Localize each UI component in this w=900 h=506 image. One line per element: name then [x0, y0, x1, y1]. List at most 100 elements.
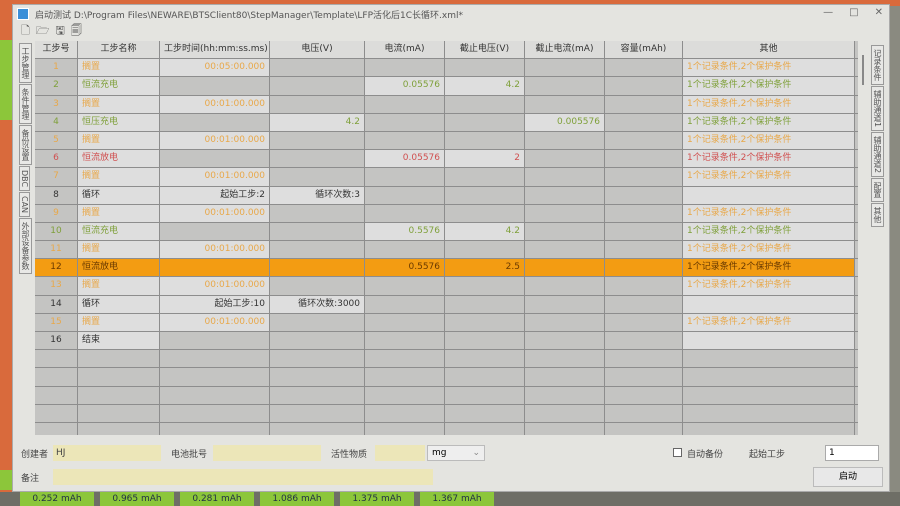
table-cell[interactable]: 00:01:00.000	[160, 241, 270, 259]
table-cell[interactable]: 1个记录条件,2个保护条件	[683, 150, 855, 168]
table-row[interactable]: 5 搁置 00:01:00.000 1个记录条件,2个保护条件	[35, 131, 858, 151]
table-cell[interactable]	[525, 332, 605, 350]
table-cell[interactable]	[445, 313, 525, 331]
table-cell[interactable]	[365, 95, 445, 113]
table-cell[interactable]: 13	[35, 277, 78, 295]
table-cell[interactable]	[270, 404, 365, 422]
table-cell[interactable]	[270, 204, 365, 222]
table-cell[interactable]	[445, 113, 525, 131]
table-cell[interactable]	[35, 368, 78, 386]
column-header[interactable]: 工步名称	[78, 41, 160, 59]
table-cell[interactable]: 0.05576	[365, 150, 445, 168]
table-cell[interactable]	[683, 368, 855, 386]
table-cell[interactable]	[605, 168, 683, 186]
table-cell[interactable]	[365, 404, 445, 422]
table-cell[interactable]	[365, 422, 445, 435]
table-cell[interactable]	[445, 168, 525, 186]
table-row[interactable]: 9 搁置 00:01:00.000 1个记录条件,2个保护条件	[35, 204, 858, 223]
table-cell[interactable]	[525, 95, 605, 113]
table-row[interactable]: 15 搁置 00:01:00.000 1个记录条件,2个保护条件	[35, 313, 858, 332]
table-cell[interactable]	[78, 404, 160, 422]
table-cell[interactable]: 恒压充电	[78, 113, 160, 131]
table-cell[interactable]	[270, 386, 365, 404]
table-cell[interactable]	[683, 186, 855, 204]
table-row[interactable]: 14 循环 起始工步:10 循环次数:3000	[35, 295, 858, 314]
table-row[interactable]: 10 恒流充电 0.5576 4.2 1个记录条件,2个保护条件	[35, 222, 858, 242]
table-cell[interactable]: 0.5576	[365, 222, 445, 241]
table-cell[interactable]: 4.2	[445, 222, 525, 241]
table-cell[interactable]	[270, 222, 365, 241]
table-cell[interactable]	[525, 295, 605, 313]
table-cell[interactable]	[160, 332, 270, 350]
table-cell[interactable]: 恒流充电	[78, 222, 160, 241]
table-cell[interactable]	[525, 404, 605, 422]
table-cell[interactable]	[525, 277, 605, 295]
table-cell[interactable]: 00:01:00.000	[160, 204, 270, 222]
table-cell[interactable]	[78, 368, 160, 386]
table-cell[interactable]: 0.005576	[525, 113, 605, 131]
table-cell[interactable]: 16	[35, 332, 78, 350]
table-cell[interactable]	[525, 368, 605, 386]
table-cell[interactable]: 循环	[78, 295, 160, 313]
tab-condition-management[interactable]: 条件管理	[19, 84, 32, 124]
column-header[interactable]: 工步时间(hh:mm:ss.ms)	[160, 41, 270, 59]
table-cell[interactable]: 14	[35, 295, 78, 313]
table-cell[interactable]	[270, 313, 365, 331]
table-cell[interactable]	[160, 259, 270, 277]
active-material-input[interactable]	[375, 445, 425, 461]
open-folder-icon[interactable]: 🗁	[36, 22, 50, 41]
column-header[interactable]: 电压(V)	[270, 41, 365, 59]
table-cell[interactable]	[525, 168, 605, 186]
table-cell[interactable]: 搁置	[78, 241, 160, 259]
table-cell[interactable]	[445, 368, 525, 386]
table-cell[interactable]	[683, 350, 855, 368]
table-cell[interactable]	[270, 77, 365, 95]
empty-row[interactable]	[35, 350, 858, 369]
table-cell[interactable]	[270, 241, 365, 259]
table-cell[interactable]: 搁置	[78, 313, 160, 331]
close-button[interactable]: ✕	[875, 7, 883, 18]
table-cell[interactable]	[683, 386, 855, 404]
table-cell[interactable]	[525, 241, 605, 259]
table-cell[interactable]	[445, 332, 525, 350]
tab-external-device[interactable]: 外部设备参数	[19, 218, 32, 275]
table-cell[interactable]	[683, 295, 855, 313]
table-cell[interactable]	[365, 241, 445, 259]
table-cell[interactable]: 搁置	[78, 277, 160, 295]
table-cell[interactable]	[445, 350, 525, 368]
table-cell[interactable]	[445, 186, 525, 204]
table-cell[interactable]	[445, 295, 525, 313]
table-cell[interactable]	[35, 404, 78, 422]
table-cell[interactable]	[525, 350, 605, 368]
save-as-icon[interactable]: 🗐	[71, 22, 82, 41]
table-cell[interactable]	[365, 332, 445, 350]
table-cell[interactable]: 2	[35, 77, 78, 95]
table-cell[interactable]	[445, 59, 525, 77]
table-cell[interactable]: 00:05:00.000	[160, 59, 270, 77]
table-row[interactable]: 7 搁置 00:01:00.000 1个记录条件,2个保护条件	[35, 168, 858, 187]
table-cell[interactable]: 1	[35, 59, 78, 77]
table-cell[interactable]	[605, 332, 683, 350]
table-cell[interactable]: 5	[35, 131, 78, 150]
table-cell[interactable]	[160, 113, 270, 131]
tab-dbc[interactable]: DBC	[19, 166, 30, 192]
table-cell[interactable]	[270, 350, 365, 368]
table-cell[interactable]: 12	[35, 259, 78, 277]
table-cell[interactable]	[445, 95, 525, 113]
table-cell[interactable]	[605, 95, 683, 113]
auto-backup-checkbox[interactable]	[673, 448, 682, 457]
table-row[interactable]: 16 结束	[35, 332, 858, 351]
table-cell[interactable]: 00:01:00.000	[160, 131, 270, 150]
table-cell[interactable]	[270, 277, 365, 295]
table-cell[interactable]	[605, 131, 683, 150]
table-cell[interactable]: 00:01:00.000	[160, 313, 270, 331]
table-cell[interactable]: 10	[35, 222, 78, 241]
table-cell[interactable]	[525, 59, 605, 77]
column-header[interactable]: 截止电压(V)	[445, 41, 525, 59]
table-cell[interactable]: 恒流放电	[78, 259, 160, 277]
empty-row[interactable]	[35, 404, 858, 423]
table-cell[interactable]: 00:01:00.000	[160, 168, 270, 186]
table-cell[interactable]	[270, 259, 365, 277]
column-header[interactable]: 工步号	[35, 41, 78, 59]
table-cell[interactable]	[35, 350, 78, 368]
